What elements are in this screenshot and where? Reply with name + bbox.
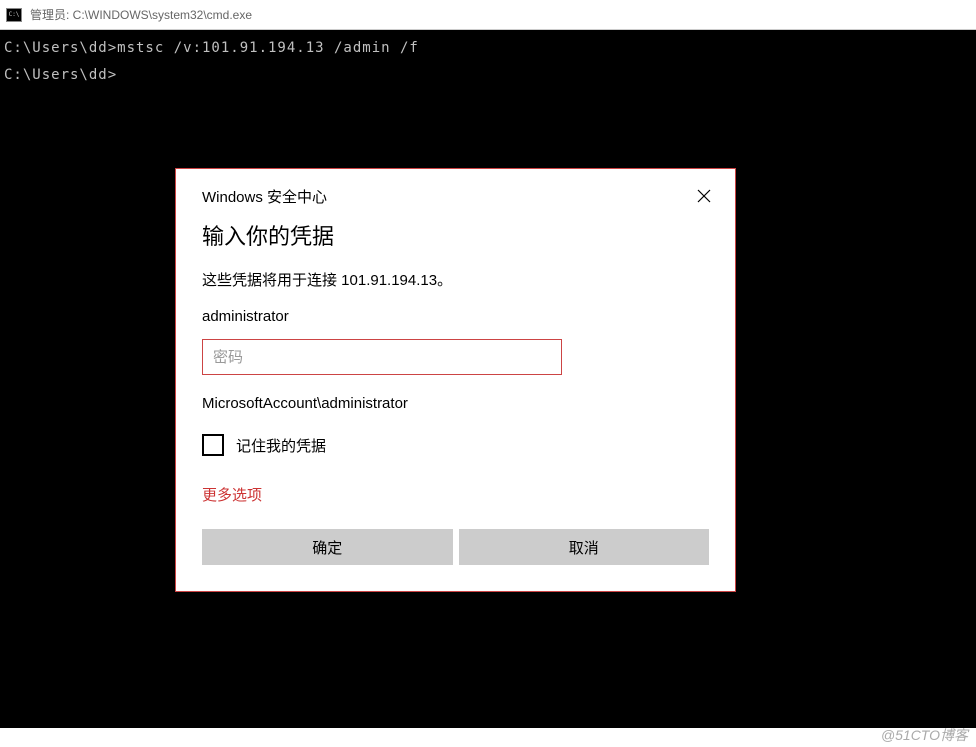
dialog-header: Windows 安全中心	[176, 169, 735, 213]
remember-label: 记住我的凭据	[236, 435, 326, 456]
credentials-dialog: Windows 安全中心 输入你的凭据 这些凭据将用于连接 101.91.194…	[175, 168, 736, 592]
titlebar-text: 管理员: C:\WINDOWS\system32\cmd.exe	[30, 6, 252, 23]
titlebar: C:\ 管理员: C:\WINDOWS\system32\cmd.exe	[0, 0, 976, 30]
remember-checkbox-row[interactable]: 记住我的凭据	[202, 434, 709, 456]
password-input[interactable]	[202, 339, 562, 375]
terminal-content[interactable]: C:\Users\dd>mstsc /v:101.91.194.13 /admi…	[0, 30, 976, 100]
remember-checkbox[interactable]	[202, 434, 224, 456]
ok-button[interactable]: 确定	[202, 529, 453, 565]
more-options-link[interactable]: 更多选项	[202, 484, 262, 505]
cmd-icon-text: C:\	[9, 11, 20, 18]
close-button[interactable]	[693, 185, 715, 207]
terminal-prompt: C:\Users\dd>	[4, 65, 972, 86]
terminal-line: C:\Users\dd>mstsc /v:101.91.194.13 /admi…	[4, 38, 972, 59]
dialog-title: Windows 安全中心	[202, 186, 327, 207]
dialog-body: 输入你的凭据 这些凭据将用于连接 101.91.194.13。 administ…	[176, 213, 735, 591]
cancel-button[interactable]: 取消	[459, 529, 710, 565]
username-label: administrator	[202, 308, 709, 325]
button-row: 确定 取消	[202, 529, 709, 565]
account-label: MicrosoftAccount\administrator	[202, 395, 709, 412]
dialog-heading: 输入你的凭据	[202, 219, 709, 251]
watermark: @51CTO博客	[881, 725, 968, 745]
close-icon	[697, 189, 711, 203]
dialog-description: 这些凭据将用于连接 101.91.194.13。	[202, 269, 709, 290]
cmd-icon: C:\	[6, 8, 22, 22]
